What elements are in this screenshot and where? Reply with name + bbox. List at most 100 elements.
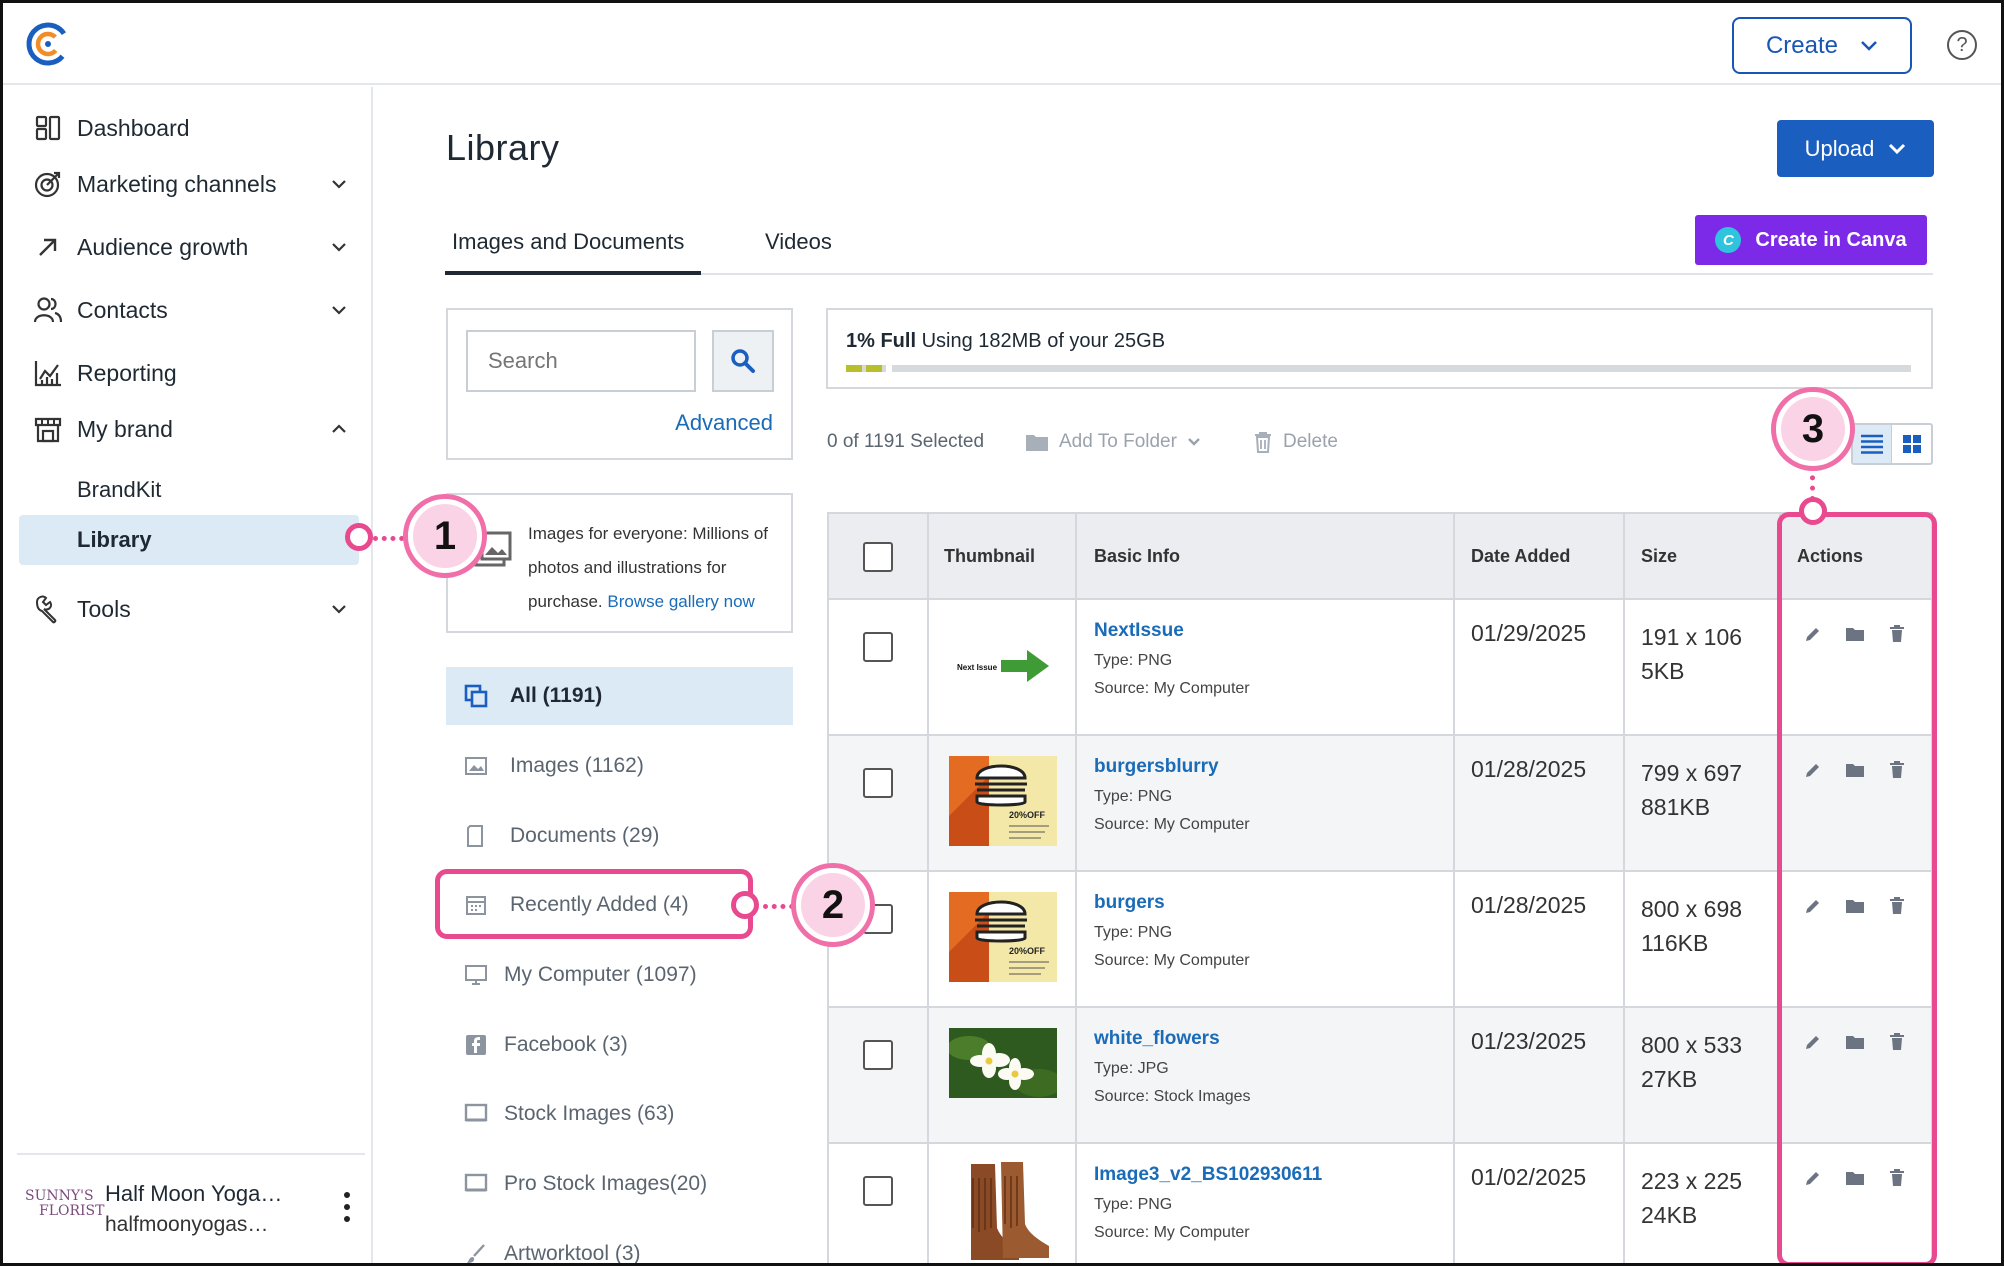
filter-documents[interactable]: Documents (29) [446, 807, 793, 865]
column-divider [927, 514, 929, 1263]
chevron-down-icon[interactable] [327, 172, 351, 196]
file-name-link[interactable]: burgersblurry [1094, 756, 1219, 778]
select-all-checkbox[interactable] [863, 542, 893, 572]
browse-gallery-link[interactable]: Browse gallery now [607, 592, 754, 611]
sidebar-divider [17, 1153, 365, 1155]
thumbnail-burgers[interactable]: 20%OFF [949, 892, 1057, 982]
search-panel: Advanced [446, 308, 793, 460]
filter-images[interactable]: Images (1162) [446, 737, 793, 795]
target-icon [31, 167, 65, 201]
filter-artworktool[interactable]: Artworktool (3) [446, 1225, 793, 1263]
thumbnail-white-flowers[interactable] [949, 1028, 1057, 1098]
sidebar-item-tools[interactable]: Tools [31, 587, 351, 631]
create-button[interactable]: Create [1732, 17, 1912, 74]
add-to-folder-button[interactable]: Add To Folder [1025, 431, 1201, 453]
sidebar-item-label: Reporting [77, 359, 177, 386]
document-icon [467, 825, 483, 847]
file-type: Type: PNG [1094, 788, 1173, 805]
date-added: 01/29/2025 [1471, 620, 1587, 646]
annotation-number: 3 [1801, 406, 1825, 451]
sidebar-item-label: My brand [77, 415, 173, 442]
row-checkbox[interactable] [863, 632, 893, 662]
wrench-icon [31, 592, 65, 626]
search-button[interactable] [712, 330, 774, 392]
column-header-date-added: Date Added [1471, 546, 1571, 566]
store-icon [31, 412, 65, 446]
chevron-down-icon[interactable] [327, 597, 351, 621]
file-name-link[interactable]: NextIssue [1094, 620, 1184, 642]
row-checkbox[interactable] [863, 768, 893, 798]
sidebar-item-marketing-channels[interactable]: Marketing channels [31, 162, 351, 206]
file-dimensions: 800 x 698 [1641, 896, 1743, 922]
help-icon[interactable]: ? [1947, 30, 1977, 60]
account-logo-line2: FLORIST [39, 1203, 105, 1219]
table-header: Thumbnail Basic Info Date Added Size Act… [829, 514, 1931, 600]
table-row: white_flowers Type: JPG Source: Stock Im… [829, 1008, 1931, 1144]
annotation-highlight-actions-column [1777, 512, 1937, 1263]
thumbnail-burgers-blurry[interactable]: 20%OFF [949, 756, 1057, 846]
constant-contact-logo-icon[interactable] [25, 21, 71, 67]
delete-button[interactable]: Delete [1253, 431, 1338, 453]
filter-facebook[interactable]: Facebook (3) [446, 1016, 793, 1074]
sidebar-item-my-brand[interactable]: My brand [31, 407, 351, 451]
annotation-anchor-dot [1799, 497, 1827, 525]
row-checkbox[interactable] [863, 1176, 893, 1206]
sidebar-sub-item-library[interactable]: Library [77, 527, 152, 553]
file-dimensions: 799 x 697 [1641, 760, 1743, 786]
column-header-basic-info: Basic Info [1094, 546, 1181, 566]
brush-icon [467, 1244, 485, 1263]
chevron-down-icon[interactable] [327, 235, 351, 259]
top-bar: Create ? [3, 3, 2001, 85]
tab-videos[interactable]: Videos [765, 229, 832, 255]
chevron-down-icon[interactable] [327, 298, 351, 322]
filter-label: My Computer (1097) [504, 963, 697, 986]
view-toggle [1851, 423, 1933, 465]
annotation-anchor-dot [731, 891, 759, 919]
filter-pro-stock-images[interactable]: Pro Stock Images(20) [446, 1155, 793, 1213]
sidebar-item-audience-growth[interactable]: Audience growth [31, 225, 351, 269]
list-view-button[interactable] [1853, 425, 1893, 463]
filter-all[interactable]: All (1191) [446, 667, 793, 725]
file-type: Type: PNG [1094, 652, 1173, 669]
filter-label: Images (1162) [510, 754, 644, 777]
file-source: Source: My Computer [1094, 816, 1250, 833]
storage-usage: Using 182MB of your 25GB [921, 330, 1166, 352]
sidebar-item-dashboard[interactable]: Dashboard [31, 106, 351, 150]
annotation-callout-2: 2 [796, 868, 870, 942]
upload-button[interactable]: Upload [1777, 120, 1934, 177]
sidebar-sub-item-brandkit[interactable]: BrandKit [77, 477, 161, 503]
advanced-search-link[interactable]: Advanced [675, 410, 773, 436]
stock-gallery-promo: Images for everyone: Millions of photos … [446, 493, 793, 633]
search-input[interactable] [466, 330, 696, 392]
file-name-link[interactable]: Image3_v2_BS102930611 [1094, 1164, 1322, 1186]
annotation-highlight-recently-added [435, 869, 753, 939]
annotation-number: 2 [821, 882, 845, 927]
row-checkbox[interactable] [863, 1040, 893, 1070]
dashboard-icon [31, 111, 65, 145]
storage-progress-bar [846, 365, 1911, 372]
storage-usage-panel: 1% Full Using 182MB of your 25GB [826, 308, 1933, 389]
sidebar-item-contacts[interactable]: Contacts [31, 288, 351, 332]
grid-view-button[interactable] [1892, 425, 1931, 463]
file-name-link[interactable]: burgers [1094, 892, 1165, 914]
file-bytes: 116KB [1641, 930, 1709, 956]
tab-images-and-documents[interactable]: Images and Documents [452, 229, 684, 255]
file-source: Source: My Computer [1094, 952, 1250, 969]
sidebar-item-reporting[interactable]: Reporting [31, 351, 351, 395]
filter-my-computer[interactable]: My Computer (1097) [446, 946, 793, 1004]
file-name-link[interactable]: white_flowers [1094, 1028, 1220, 1050]
kebab-menu-icon[interactable] [343, 1191, 351, 1223]
thumbnail-next-issue[interactable]: Next Issue [949, 620, 1057, 710]
sidebar-item-label: Marketing channels [77, 170, 277, 197]
thumbnail-boots[interactable] [949, 1158, 1057, 1266]
account-switcher[interactable]: SUNNY'S FLORIST Half Moon Yoga… halfmoon… [25, 1177, 355, 1241]
filter-stock-images[interactable]: Stock Images (63) [446, 1085, 793, 1143]
file-source: Source: My Computer [1094, 1224, 1250, 1241]
upload-button-label: Upload [1804, 135, 1875, 161]
chevron-down-icon [1889, 143, 1906, 154]
app-window: Create ? Dashboard Marketing channels Au… [0, 0, 2004, 1266]
file-size: 800 x 533 27KB [1641, 1028, 1742, 1096]
chevron-up-icon[interactable] [327, 417, 351, 441]
account-logo: SUNNY'S FLORIST [25, 1179, 105, 1239]
library-tabs: Images and Documents Videos [445, 225, 1933, 275]
